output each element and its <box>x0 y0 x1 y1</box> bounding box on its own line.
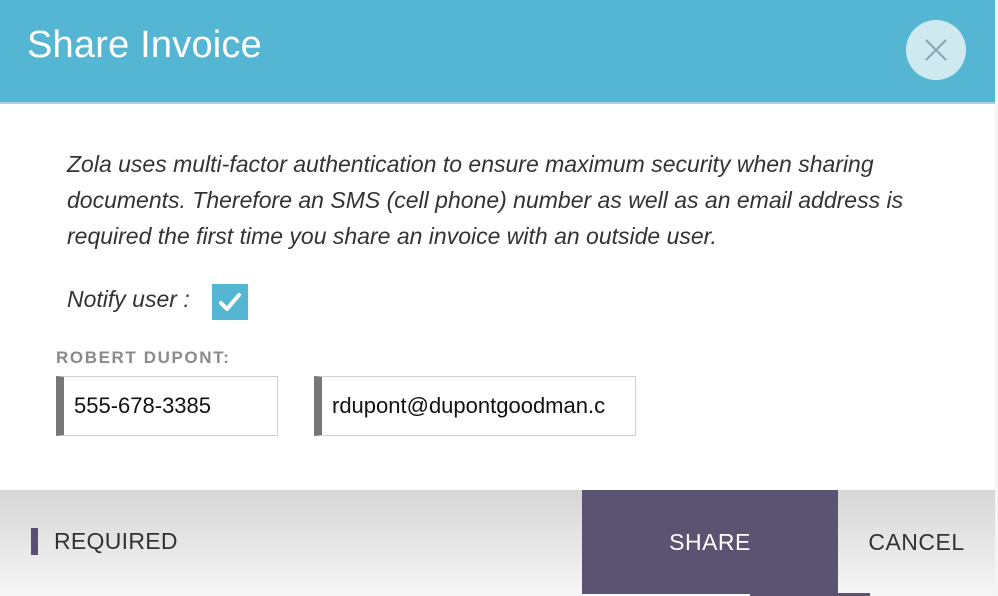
required-marker <box>31 528 38 555</box>
dialog-title: Share Invoice <box>27 24 262 66</box>
share-button[interactable]: SHARE <box>582 490 838 594</box>
email-input[interactable] <box>332 377 635 435</box>
notify-user-label: Notify user : <box>67 286 190 312</box>
required-label: REQUIRED <box>54 528 178 554</box>
cancel-button[interactable]: CANCEL <box>838 490 995 594</box>
share-button-label: SHARE <box>669 529 751 555</box>
email-field <box>314 376 636 436</box>
dialog-header: Share Invoice <box>0 0 995 104</box>
close-icon <box>925 39 947 61</box>
notify-user-checkbox[interactable] <box>212 284 248 320</box>
phone-input[interactable] <box>74 377 274 435</box>
security-notice-text: Zola uses multi-factor authentication to… <box>67 151 904 249</box>
cancel-button-label: CANCEL <box>868 529 965 555</box>
share-invoice-dialog: Share Invoice Zola uses multi-factor aut… <box>0 0 995 596</box>
close-button[interactable] <box>906 20 966 80</box>
dialog-footer: REQUIRED SHARE CANCEL <box>0 490 995 596</box>
checkmark-icon <box>219 293 241 311</box>
phone-field <box>56 376 278 436</box>
recipient-name-label: ROBERT DUPONT: <box>56 348 231 367</box>
